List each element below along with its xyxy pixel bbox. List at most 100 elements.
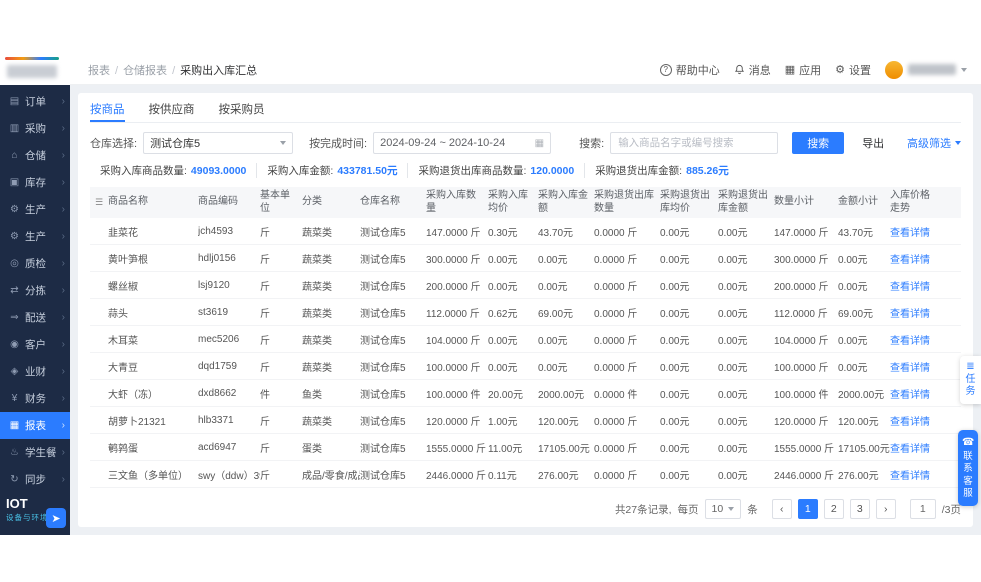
cell-in-avg-price: 0.00元 [488,278,538,293]
sidebar-item-icon: ▥ [8,123,21,134]
contact-support-floating-button[interactable]: ☎ 联系客服 [958,430,978,506]
export-button[interactable]: 导出 [862,135,884,151]
page-number-button[interactable]: 2 [824,499,844,519]
sidebar-item[interactable]: ◈ 业财 › [0,358,70,385]
cell-category: 蔬菜类 [302,278,360,293]
cell-in-amount: 0.00元 [538,278,594,293]
table-column-header: 仓库名称 [360,187,426,218]
breadcrumb-current: 采购出入库汇总 [167,62,257,78]
next-page-button[interactable]: › [876,499,896,519]
cell-product-name: 大虾（冻） [108,386,198,401]
sidebar-item[interactable]: ◉ 客户 › [0,331,70,358]
breadcrumb-reports[interactable]: 报表 [88,62,110,78]
cell-unit: 斤 [260,305,302,320]
tab[interactable]: 按采购员 [219,97,265,122]
sidebar-item-label: 配送 [25,310,62,325]
cell-in-qty: 1555.0000 斤 [426,440,488,455]
sidebar-item[interactable]: ⚙ 生产 › [0,196,70,223]
cell-in-qty: 300.0000 斤 [426,251,488,266]
table-column-header: 采购退货出库金额 [718,187,774,218]
cell-warehouse: 测试仓库5 [360,251,426,266]
chevron-right-icon: › [62,258,65,269]
chevron-right-icon: › [62,447,65,458]
cell-product-code: dxd8662 [198,388,260,399]
view-details-link[interactable]: 查看详情 [890,467,944,482]
prev-page-button[interactable]: ‹ [772,499,792,519]
chevron-right-icon: › [62,204,65,215]
view-details-link[interactable]: 查看详情 [890,278,944,293]
page-number-button[interactable]: 3 [850,499,870,519]
view-details-link[interactable]: 查看详情 [890,413,944,428]
sidebar-item-label: 生产 [25,202,62,217]
cell-qty-subtotal: 104.0000 斤 [774,332,838,347]
sidebar-item[interactable]: ♨ 学生餐 › [0,439,70,466]
date-range-picker[interactable]: 2024-09-24 ~ 2024-10-24 ▦ [373,132,551,154]
page-jump-input[interactable]: 1 [910,499,936,519]
per-page-prefix: 每页 [678,502,699,517]
sidebar-item[interactable]: ⇄ 分拣 › [0,277,70,304]
cell-category: 蔬菜类 [302,413,360,428]
page-size-select[interactable]: 10 [705,499,742,519]
view-details-link[interactable]: 查看详情 [890,440,944,455]
search-button[interactable]: 搜索 [792,132,844,154]
settings-button[interactable]: ⚙ 设置 [835,62,871,78]
sidebar-item[interactable]: ¥ 财务 › [0,385,70,412]
summary-label: 采购退货出库商品数量: [418,163,526,178]
user-menu[interactable] [885,61,967,79]
search-input[interactable] [610,132,778,154]
tab[interactable]: 按供应商 [149,97,195,122]
sidebar-item[interactable]: ▤ 订单 › [0,88,70,115]
cell-product-code: st3619 [198,307,260,318]
view-details-link[interactable]: 查看详情 [890,359,944,374]
cell-in-amount: 0.00元 [538,359,594,374]
sidebar-item[interactable]: ▣ 库存 › [0,169,70,196]
view-details-link[interactable]: 查看详情 [890,224,944,239]
view-details-link[interactable]: 查看详情 [890,251,944,266]
cell-category: 蛋类 [302,440,360,455]
table-column-header: 入库价格走势 [890,187,944,218]
cell-in-avg-price: 0.00元 [488,332,538,347]
sidebar-item[interactable]: ⌂ 仓储 › [0,142,70,169]
table-row: 大虾（冻） dxd8662 件 鱼类 测试仓库5 100.0000 件 20.0… [90,380,961,407]
warehouse-select[interactable]: 测试仓库5 [143,132,293,154]
topbar: 报表 仓储报表 采购出入库汇总 ? 帮助中心 消息 ▦ 应用 [70,55,981,85]
view-details-link[interactable]: 查看详情 [890,386,944,401]
chevron-right-icon: › [62,123,65,134]
cell-in-amount: 0.00元 [538,332,594,347]
summary-label: 采购入库金额: [267,163,333,178]
cell-qty-subtotal: 112.0000 斤 [774,305,838,320]
cell-category: 成品/零食/成品 [302,467,360,482]
cell-category: 蔬菜类 [302,224,360,239]
sidebar-item[interactable]: ▥ 采购 › [0,115,70,142]
tab[interactable]: 按商品 [90,97,125,122]
cell-return-amount: 0.00元 [718,224,774,239]
cell-unit: 斤 [260,224,302,239]
cell-product-name: 木耳菜 [108,332,198,347]
advanced-filter-toggle[interactable]: 高级筛选 [907,135,961,151]
cell-return-avg-price: 0.00元 [660,440,718,455]
page-number-button[interactable]: 1 [798,499,818,519]
cell-amount-subtotal: 276.00元 [838,467,890,482]
cell-warehouse: 测试仓库5 [360,467,426,482]
chevron-right-icon: › [62,366,65,377]
breadcrumb-warehouse-reports[interactable]: 仓储报表 [110,62,167,78]
column-settings-icon[interactable]: ☰ [90,187,108,218]
view-details-link[interactable]: 查看详情 [890,305,944,320]
tasks-floating-button[interactable]: ≣ 任务 [960,356,981,404]
messages-button[interactable]: 消息 [734,62,771,78]
brand-service-icon[interactable]: ➤ [46,508,66,528]
sidebar-item[interactable]: ▦ 报表 › [0,412,70,439]
sidebar-item[interactable]: ⚙ 生产 › [0,223,70,250]
apps-button[interactable]: ▦ 应用 [785,62,821,78]
table-column-header: 采购退货出库数量 [594,187,660,218]
sidebar-item[interactable]: ◎ 质检 › [0,250,70,277]
table-column-header: 数量小计 [774,187,838,218]
sidebar-item[interactable]: ↻ 同步 › [0,466,70,493]
help-center-button[interactable]: ? 帮助中心 [660,62,720,78]
topbar-actions: ? 帮助中心 消息 ▦ 应用 ⚙ 设置 [660,61,967,79]
cell-amount-subtotal: 69.00元 [838,305,890,320]
cell-return-amount: 0.00元 [718,305,774,320]
cell-return-amount: 0.00元 [718,440,774,455]
sidebar-item[interactable]: ⇒ 配送 › [0,304,70,331]
view-details-link[interactable]: 查看详情 [890,332,944,347]
